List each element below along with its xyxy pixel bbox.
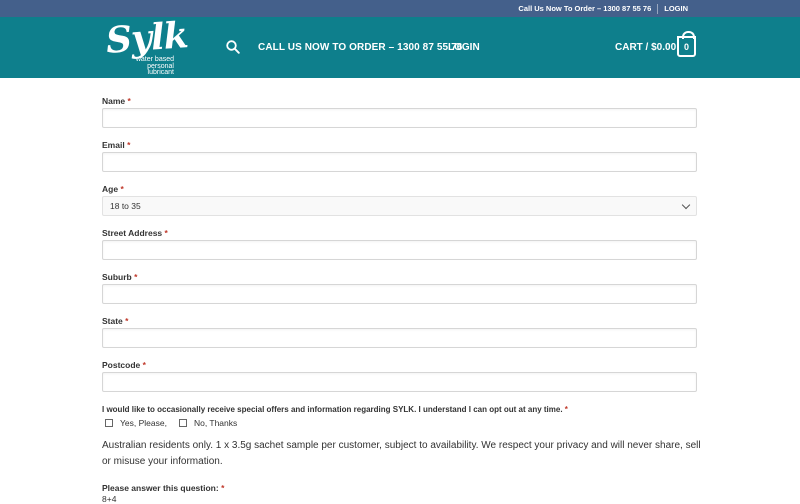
postcode-field[interactable] [102, 372, 697, 392]
chevron-down-icon [681, 200, 691, 210]
name-label: Name * [102, 96, 131, 106]
logo-wordmark: Sylk [104, 14, 189, 62]
consent-yes-label[interactable]: Yes, Please, [120, 418, 167, 428]
age-selected-value: 18 to 35 [110, 201, 141, 211]
suburb-field[interactable] [102, 284, 697, 304]
suburb-label: Suburb * [102, 272, 138, 282]
state-field[interactable] [102, 328, 697, 348]
consent-options: Yes, Please, No, Thanks [105, 418, 237, 428]
cart-link[interactable]: CART / $0.00 [615, 42, 676, 53]
nav-login-link[interactable]: LOGIN [448, 42, 480, 53]
top-bar: Call Us Now To Order – 1300 87 55 76 LOG… [0, 0, 800, 17]
search-icon[interactable] [226, 40, 240, 54]
top-bar-phone-link[interactable]: Call Us Now To Order – 1300 87 55 76 [518, 4, 651, 13]
cart-count-badge[interactable]: 0 [677, 31, 696, 57]
email-label: Email * [102, 140, 131, 150]
consent-no-label[interactable]: No, Thanks [194, 418, 237, 428]
site-logo[interactable]: Sylk water based personal lubricant [102, 14, 189, 78]
top-bar-divider [657, 3, 659, 14]
street-address-field[interactable] [102, 240, 697, 260]
consent-yes-checkbox[interactable] [105, 419, 113, 427]
nav-call-to-order[interactable]: CALL US NOW TO ORDER – 1300 87 55 76 [258, 42, 462, 53]
logo-tagline-line: lubricant [147, 69, 174, 76]
captcha-question-label: Please answer this question: * [102, 483, 225, 493]
street-address-label: Street Address * [102, 228, 168, 238]
postcode-label: Postcode * [102, 360, 146, 370]
state-label: State * [102, 316, 129, 326]
top-bar-links: Call Us Now To Order – 1300 87 55 76 LOG… [518, 0, 688, 17]
top-bar-login-link[interactable]: LOGIN [664, 4, 688, 13]
name-field[interactable] [102, 108, 697, 128]
email-field[interactable] [102, 152, 697, 172]
captcha-question-text: 8+4 [102, 494, 117, 504]
age-select[interactable]: 18 to 35 [102, 196, 697, 216]
age-label: Age * [102, 184, 124, 194]
logo-tagline: water based personal lubricant [104, 56, 174, 77]
consent-no-checkbox[interactable] [178, 419, 187, 427]
eligibility-note: Australian residents only. 1 x 3.5g sach… [102, 440, 701, 467]
marketing-consent-label: I would like to occasionally receive spe… [102, 405, 568, 414]
